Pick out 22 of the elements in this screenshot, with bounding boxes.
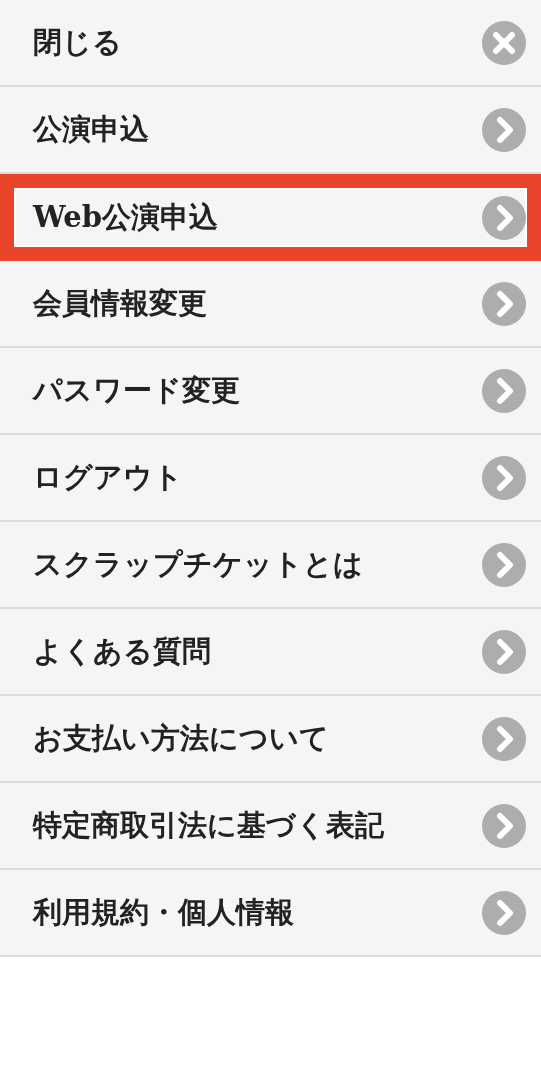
chevron-right-icon	[482, 455, 526, 500]
chevron-right-icon	[482, 107, 526, 152]
chevron-right-icon	[482, 716, 526, 761]
menu-item[interactable]: よくある質問	[0, 609, 541, 696]
menu-item[interactable]: Web公演申込	[0, 174, 541, 261]
chevron-right-icon	[482, 890, 526, 935]
chevron-right-icon	[482, 803, 526, 848]
menu-item[interactable]: 会員情報変更	[0, 261, 541, 348]
menu-item[interactable]: スクラップチケットとは	[0, 522, 541, 609]
menu-item[interactable]: 公演申込	[0, 87, 541, 174]
chevron-right-icon	[482, 368, 526, 413]
menu-item[interactable]: 利用規約・個人情報	[0, 870, 541, 957]
close-icon	[482, 20, 526, 65]
chevron-right-icon	[482, 542, 526, 587]
menu-item[interactable]: ログアウト	[0, 435, 541, 522]
chevron-right-icon	[482, 281, 526, 326]
chevron-right-icon	[482, 629, 526, 674]
menu-item[interactable]: パスワード変更	[0, 348, 541, 435]
chevron-right-icon	[482, 195, 526, 240]
menu-item[interactable]: お支払い方法について	[0, 696, 541, 783]
menu-item[interactable]: 特定商取引法に基づく表記	[0, 783, 541, 870]
menu-item[interactable]: 閉じる	[0, 0, 541, 87]
